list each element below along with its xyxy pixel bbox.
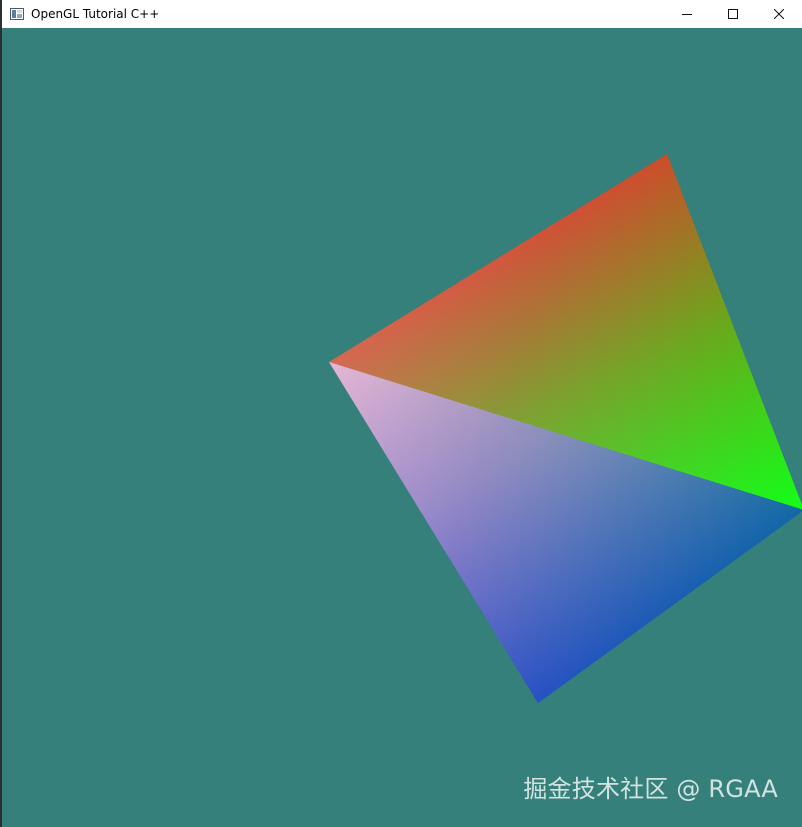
close-icon: [774, 9, 784, 19]
window-titlebar[interactable]: OpenGL Tutorial C++: [2, 0, 802, 28]
close-button[interactable]: [756, 0, 802, 28]
maximize-icon: [728, 9, 738, 19]
watermark-text: 掘金技术社区 @ RGAA: [523, 775, 778, 803]
minimize-icon: [682, 14, 692, 15]
center-blend-overlay: [329, 154, 802, 703]
window-controls: [664, 0, 802, 28]
render-canvas: [329, 154, 802, 703]
opengl-viewport[interactable]: 掘金技术社区 @ RGAA: [2, 28, 802, 827]
opengl-window-icon: [10, 8, 24, 20]
rotated-gradient-square: [329, 154, 802, 703]
maximize-button[interactable]: [710, 0, 756, 28]
window-title: OpenGL Tutorial C++: [31, 7, 160, 21]
opengl-window: OpenGL Tutorial C++ 掘金技术社区 @ RGAA: [0, 0, 802, 827]
minimize-button[interactable]: [664, 0, 710, 28]
left-window-border: [0, 0, 2, 827]
